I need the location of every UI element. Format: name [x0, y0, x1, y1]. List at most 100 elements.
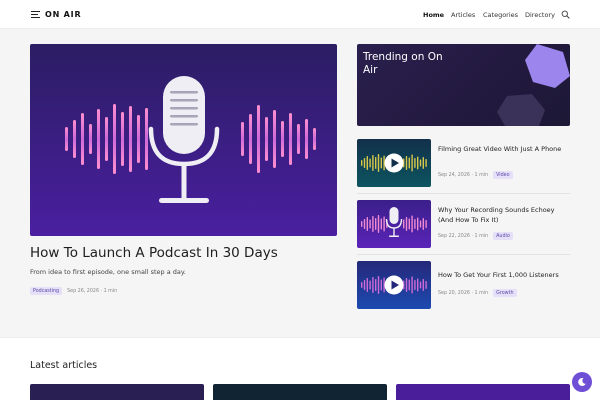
waveform-bar	[289, 113, 292, 165]
waveform-bar	[422, 218, 424, 230]
card-date: Sep 24, 2026 · 1 min	[438, 172, 489, 178]
waveform-bar	[297, 124, 300, 154]
card-tag[interactable]: Audio	[493, 232, 513, 240]
hero-title[interactable]: How To Launch A Podcast In 30 Days	[30, 245, 278, 261]
waveform-bar	[265, 117, 268, 161]
waveform-bar	[97, 109, 100, 169]
waveform-bar	[417, 217, 419, 231]
waveform-bar	[383, 216, 385, 232]
waveform-bar	[372, 216, 374, 232]
waveform-bar	[129, 106, 132, 172]
card-title[interactable]: Filming Great Video With Just A Phone	[438, 144, 570, 154]
waveform-bar	[241, 122, 244, 156]
card-date: Sep 20, 2026 · 1 min	[438, 290, 489, 296]
waveform-bar	[403, 219, 405, 229]
nav-articles[interactable]: Articles	[451, 9, 475, 21]
waveform-bar	[366, 217, 368, 231]
waveform-bar	[366, 156, 368, 170]
article-card-video[interactable]: Filming Great Video With Just A Phone Se…	[357, 139, 570, 187]
waveform-bar	[313, 128, 316, 150]
waveform-bar	[425, 281, 427, 289]
waveform-bar	[419, 159, 422, 167]
waveform-bar	[425, 220, 427, 228]
waveform-bar	[105, 117, 108, 161]
waveform-bar	[414, 280, 416, 290]
card-tag[interactable]: Video	[493, 171, 513, 179]
waveform-bar	[377, 276, 380, 294]
waveform-bar	[411, 215, 413, 233]
waveform-bar	[380, 218, 382, 230]
waveform-bar	[369, 219, 371, 229]
waveform-bar	[375, 157, 377, 169]
waveform-bar	[422, 279, 424, 291]
waveform-bar	[372, 155, 374, 171]
waveform-bar	[377, 154, 380, 172]
card-meta: Sep 22, 2026 · 1 min Audio	[438, 232, 513, 240]
article-card-audio[interactable]: Why Your Recording Sounds Echoey (And Ho…	[357, 200, 570, 248]
card-title[interactable]: How To Get Your First 1,000 Listeners	[438, 270, 570, 280]
waveform-bar	[363, 158, 366, 168]
waveform-bar	[89, 124, 92, 154]
hero-subtitle: From idea to first episode, one small st…	[30, 268, 186, 276]
divider	[357, 254, 570, 255]
waveform-bar	[414, 158, 416, 168]
latest-title: Latest articles	[30, 360, 98, 371]
waveform-bar	[411, 154, 413, 172]
waveform-bar	[73, 120, 76, 158]
card-title[interactable]: Why Your Recording Sounds Echoey (And Ho…	[438, 205, 570, 225]
waveform-bar	[380, 157, 382, 169]
card-thumbnail-art	[357, 261, 431, 309]
card-date: Sep 22, 2026 · 1 min	[438, 233, 489, 239]
waveform-bar	[121, 112, 124, 166]
waveform-bar	[366, 278, 368, 292]
waveform-bar	[408, 279, 410, 291]
main-nav: Home Articles Categories Directory	[0, 9, 600, 21]
waveform-bar	[145, 108, 148, 170]
waveform-bar	[405, 156, 408, 170]
moon-icon	[578, 377, 586, 386]
nav-home[interactable]: Home	[423, 9, 444, 21]
hero-date: Sep 26, 2026 · 1 min	[67, 288, 118, 294]
article-card-growth[interactable]: How To Get Your First 1,000 Listeners Se…	[357, 261, 570, 309]
waveform-bar	[281, 121, 284, 157]
waveform-bar	[113, 104, 116, 174]
latest-card[interactable]	[396, 384, 570, 400]
hero-illustration	[30, 44, 337, 236]
hero-tag[interactable]: Podcasting	[30, 287, 63, 295]
card-meta: Sep 20, 2026 · 1 min Growth	[438, 289, 517, 297]
nav-directory[interactable]: Directory	[525, 9, 555, 21]
search-icon[interactable]	[561, 10, 570, 19]
waveform-bar	[363, 219, 366, 229]
waveform-bar	[375, 279, 377, 291]
waveform-bar	[405, 278, 408, 292]
waveform-bar	[305, 119, 308, 159]
nav-categories[interactable]: Categories	[483, 9, 518, 21]
latest-card[interactable]	[30, 384, 204, 400]
card-thumbnail[interactable]	[357, 139, 431, 187]
waveform-bar	[419, 281, 422, 289]
card-meta: Sep 24, 2026 · 1 min Video	[438, 171, 513, 179]
waveform-bar	[137, 115, 140, 163]
waveform-bar	[377, 215, 380, 233]
waveform-bar	[380, 279, 382, 291]
card-thumbnail[interactable]	[357, 200, 431, 248]
waveform-bar	[417, 156, 419, 170]
waveform-bar	[372, 277, 374, 293]
card-thumbnail-art	[357, 200, 431, 248]
trending-title: Trending on On Air	[363, 51, 443, 76]
waveform-bar	[369, 280, 371, 290]
waveform-bar	[408, 218, 410, 230]
card-tag[interactable]: Growth	[493, 289, 517, 297]
latest-card[interactable]	[213, 384, 387, 400]
trending-banner: Trending on On Air	[357, 44, 570, 126]
waveform-bar	[425, 159, 427, 167]
theme-toggle-button[interactable]	[572, 372, 592, 392]
hero-image[interactable]	[30, 44, 337, 236]
waveform-bar	[417, 278, 419, 292]
waveform-bar	[273, 110, 276, 168]
card-thumbnail[interactable]	[357, 261, 431, 309]
waveform-bar	[369, 158, 371, 168]
waveform-bar	[375, 218, 377, 230]
waveform-bar	[422, 157, 424, 169]
waveform-bar	[411, 276, 413, 294]
